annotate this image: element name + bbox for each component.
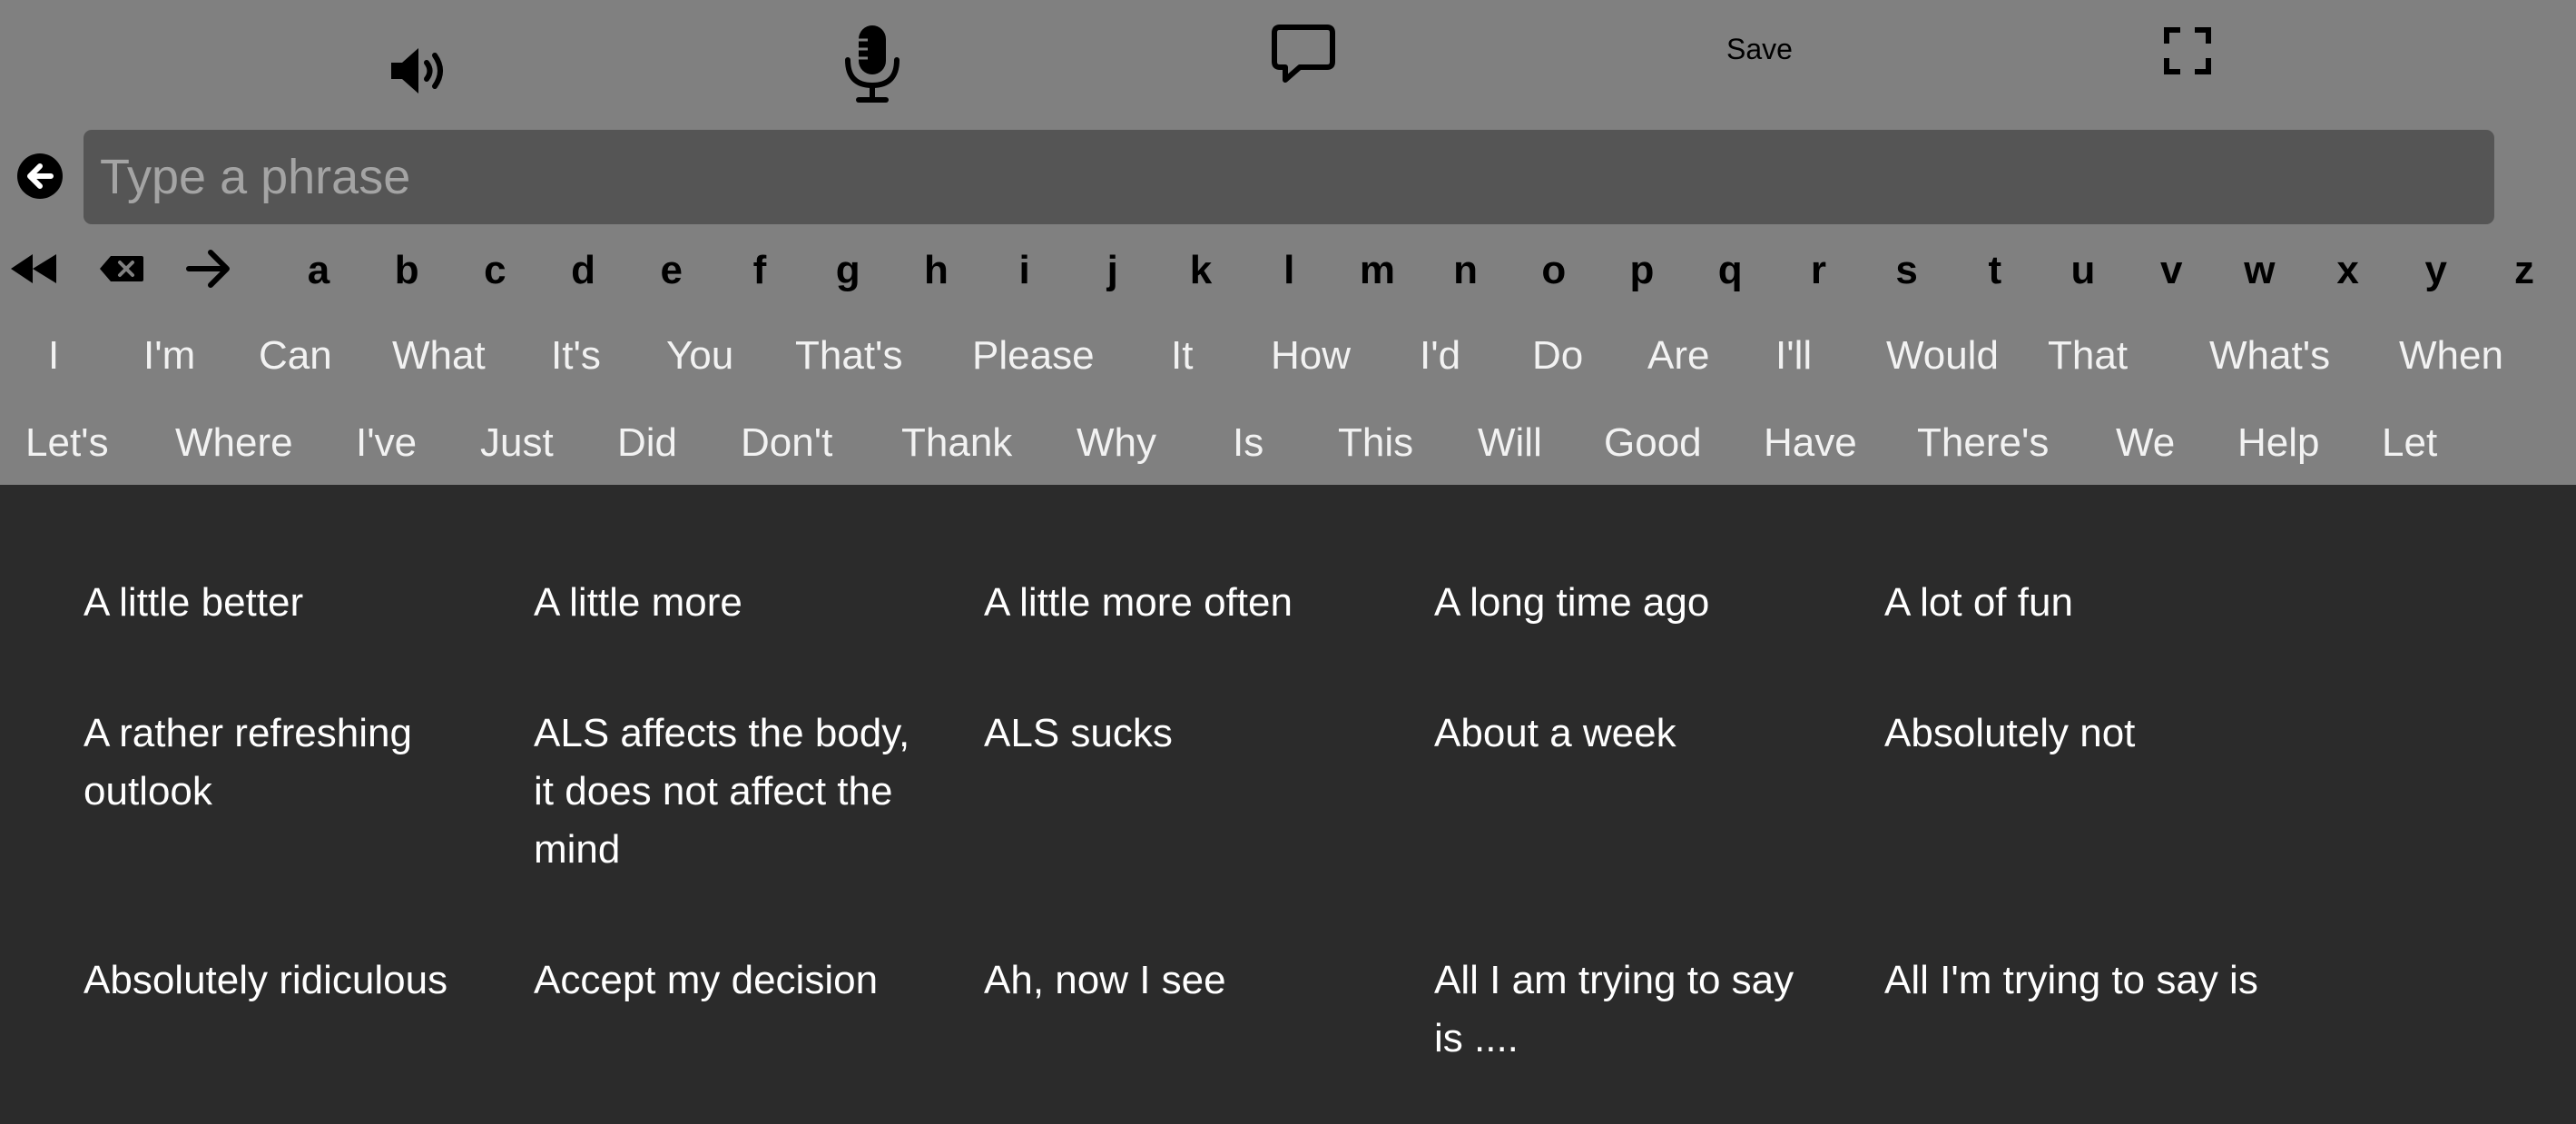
word-suggestion[interactable]: Are <box>1647 329 1709 383</box>
letter-key-m[interactable]: m <box>1350 243 1404 298</box>
word-suggestion[interactable]: That <box>2048 329 2128 383</box>
word-suggestion[interactable]: Do <box>1532 329 1583 383</box>
letter-key-l[interactable]: l <box>1262 243 1316 298</box>
word-suggestion[interactable]: Thank <box>901 416 1012 470</box>
word-suggestion[interactable]: It <box>1171 329 1193 383</box>
word-suggestion[interactable]: Can <box>259 329 332 383</box>
letter-key-z[interactable]: z <box>2497 243 2551 298</box>
letter-key-q[interactable]: q <box>1703 243 1757 298</box>
letter-key-e[interactable]: e <box>644 243 699 298</box>
phrase-item[interactable]: Absolutely ridiculous <box>84 951 474 1010</box>
letter-key-r[interactable]: r <box>1791 243 1845 298</box>
letter-key-p[interactable]: p <box>1615 243 1669 298</box>
letter-key-b[interactable]: b <box>379 243 434 298</box>
phrase-item[interactable]: A long time ago <box>1434 574 1824 632</box>
letter-key-o[interactable]: o <box>1527 243 1581 298</box>
word-suggestion[interactable]: Let's <box>25 416 109 470</box>
phrase-item[interactable]: About a week <box>1434 705 1824 763</box>
word-suggestion[interactable]: I've <box>356 416 417 470</box>
word-suggestion[interactable]: Would <box>1886 329 1999 383</box>
word-suggestion[interactable]: Will <box>1478 416 1542 470</box>
word-suggestion[interactable]: What <box>392 329 486 383</box>
word-suggestion[interactable]: Did <box>617 416 677 470</box>
word-suggestion[interactable]: Have <box>1764 416 1857 470</box>
word-suggestion[interactable]: Let <box>2382 416 2437 470</box>
word-suggestion[interactable]: I'd <box>1420 329 1460 383</box>
backspace-icon[interactable] <box>98 254 145 283</box>
letter-key-w[interactable]: w <box>2232 243 2286 298</box>
letter-key-v[interactable]: v <box>2144 243 2198 298</box>
phrase-item[interactable]: A little more often <box>984 574 1374 632</box>
word-suggestion[interactable]: Is <box>1233 416 1263 470</box>
letter-key-k[interactable]: k <box>1174 243 1228 298</box>
letter-key-f[interactable]: f <box>732 243 787 298</box>
phrase-item[interactable]: Accept my decision <box>534 951 924 1010</box>
phrase-input[interactable] <box>84 130 2494 224</box>
word-suggestion[interactable]: There's <box>1917 416 2049 470</box>
save-button[interactable]: Save <box>1726 31 1793 67</box>
word-suggestion[interactable]: I <box>48 329 59 383</box>
word-suggestion[interactable]: Please <box>972 329 1095 383</box>
chat-bubble-icon[interactable] <box>1271 24 1336 85</box>
phrase-item[interactable]: A little better <box>84 574 474 632</box>
word-suggestion[interactable]: This <box>1338 416 1413 470</box>
word-suggestion[interactable]: How <box>1271 329 1351 383</box>
letter-key-s[interactable]: s <box>1880 243 1934 298</box>
word-suggestion[interactable]: It's <box>551 329 601 383</box>
word-suggestion[interactable]: We <box>2116 416 2175 470</box>
word-suggestion[interactable]: You <box>666 329 733 383</box>
letter-key-j[interactable]: j <box>1086 243 1140 298</box>
word-suggestion[interactable]: I'll <box>1775 329 1812 383</box>
letter-key-d[interactable]: d <box>556 243 611 298</box>
word-suggestion[interactable]: Where <box>175 416 293 470</box>
keyboard-panel: Save abcdefghijklmnopqrstuvwxyz I I'm Can W… <box>0 0 2576 485</box>
letter-key-y[interactable]: y <box>2409 243 2463 298</box>
phrase-item[interactable]: All I'm trying to say is <box>1884 951 2275 1010</box>
fullscreen-icon[interactable] <box>2164 27 2211 74</box>
letter-key-n[interactable]: n <box>1439 243 1493 298</box>
word-suggestion[interactable]: Help <box>2237 416 2320 470</box>
forward-arrow-icon[interactable] <box>185 249 232 289</box>
microphone-icon[interactable] <box>841 24 904 105</box>
word-suggestion[interactable]: Why <box>1077 416 1156 470</box>
word-suggestion[interactable]: When <box>2399 329 2503 383</box>
letter-key-h[interactable]: h <box>909 243 963 298</box>
letter-key-t[interactable]: t <box>1968 243 2022 298</box>
word-suggestion[interactable]: Good <box>1604 416 1702 470</box>
letter-key-c[interactable]: c <box>467 243 522 298</box>
phrase-item[interactable]: Ah, now I see <box>984 951 1374 1010</box>
letter-key-g[interactable]: g <box>821 243 875 298</box>
phrase-item[interactable]: Absolutely not <box>1884 705 2275 763</box>
phrase-item[interactable]: A rather refreshing outlook <box>84 705 474 821</box>
phrase-item[interactable]: A little more <box>534 574 924 632</box>
word-suggestion[interactable]: I'm <box>143 329 195 383</box>
word-suggestion[interactable]: What's <box>2209 329 2330 383</box>
word-suggestion[interactable]: That's <box>795 329 902 383</box>
word-suggestion[interactable]: Don't <box>741 416 832 470</box>
rewind-icon[interactable] <box>9 252 58 285</box>
phrase-item[interactable]: A lot of fun <box>1884 574 2275 632</box>
letter-key-a[interactable]: a <box>291 243 346 298</box>
phrase-item[interactable]: ALS affects the body, it does not affect… <box>534 705 924 879</box>
letter-key-i[interactable]: i <box>998 243 1052 298</box>
phrase-item[interactable]: All I am trying to say is .... <box>1434 951 1824 1068</box>
phrase-item[interactable]: ALS sucks <box>984 705 1374 763</box>
back-arrow-icon[interactable] <box>16 153 64 200</box>
letter-key-u[interactable]: u <box>2056 243 2110 298</box>
letter-key-x[interactable]: x <box>2321 243 2375 298</box>
speaker-icon[interactable] <box>388 44 453 98</box>
word-suggestion[interactable]: Just <box>480 416 554 470</box>
